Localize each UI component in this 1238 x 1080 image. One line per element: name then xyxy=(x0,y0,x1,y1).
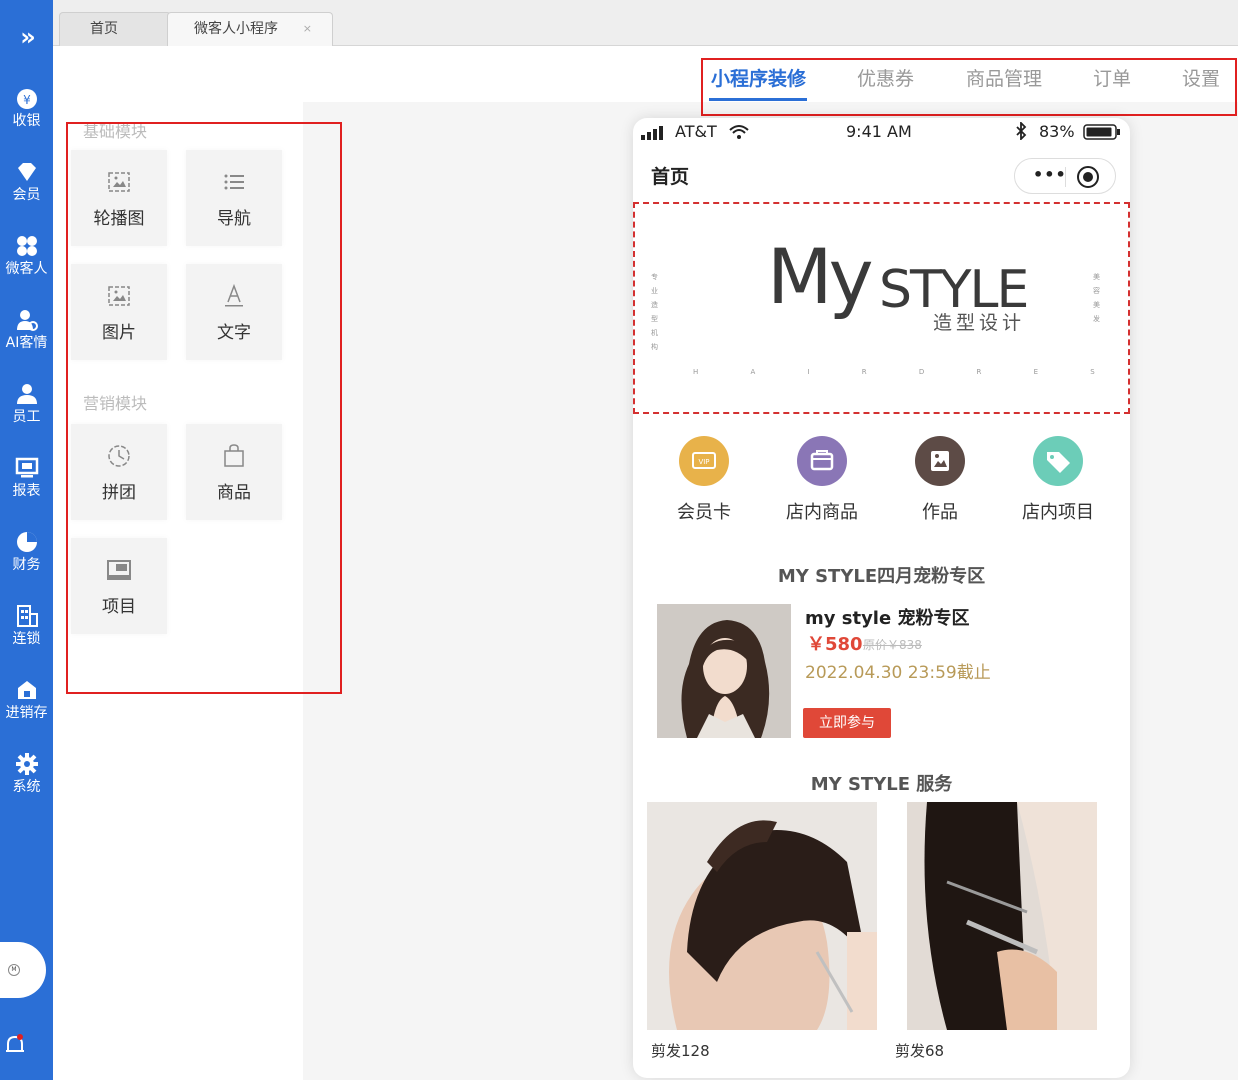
battery-icon xyxy=(1083,124,1120,140)
quick-nav-label: 店内项目 xyxy=(1022,502,1094,523)
sidebar-item-label: 微客人 xyxy=(5,261,48,277)
page-title: 首页 xyxy=(651,166,690,188)
tab-strip: 首页 微客人小程序 × xyxy=(53,0,1238,46)
promo-card[interactable]: my style 宠粉专区 ￥580 原价￥838 2022.04.30 23:… xyxy=(647,594,1119,746)
banner-side-text-left: 专业造型机构 xyxy=(651,273,658,351)
sidebar-item-label: 会员 xyxy=(12,187,41,203)
sidebar-item-label: 收银 xyxy=(12,113,41,129)
sidebar-item-cashier[interactable]: ¥ 收银 xyxy=(0,86,53,130)
tab-label: 微客人小程序 xyxy=(194,21,278,37)
promo-section-title: MY STYLE四月宠粉专区 xyxy=(777,566,986,587)
carousel-banner[interactable]: My STYLE 造型设计 H A I R D R E S S I N G 专业… xyxy=(633,202,1130,414)
miniprogram-capsule: ••• xyxy=(1014,158,1116,194)
avatar-logo: M xyxy=(8,964,20,976)
sidebar-item-label: 员工 xyxy=(12,409,41,425)
vip-card-icon: VIP xyxy=(679,436,729,486)
editor-area: 小程序装修 优惠券 商品管理 订单 设置 基础模块 轮播图 导航 图片 文字 营… xyxy=(53,46,1238,1080)
signal-icon xyxy=(641,126,663,140)
settings-icon xyxy=(15,753,38,775)
sidebar-item-label: 系统 xyxy=(12,779,41,795)
chain-icon xyxy=(16,605,38,627)
wifi-icon xyxy=(729,125,749,139)
quick-nav-item-vip[interactable]: VIP 会员卡 xyxy=(645,436,763,524)
inventory-icon xyxy=(17,681,36,699)
quick-nav-label: 作品 xyxy=(922,502,958,523)
banner-logo-subtitle: 造型设计 xyxy=(933,312,1026,334)
service-label-2: 剪发68 xyxy=(895,1042,945,1060)
service-image-1[interactable] xyxy=(647,802,877,1030)
shop-icon xyxy=(797,436,847,486)
staff-icon xyxy=(16,384,37,404)
bell-icon[interactable] xyxy=(4,1033,26,1057)
tab-weikeren-miniprogram[interactable]: 微客人小程序 × xyxy=(167,12,333,46)
tab-label: 首页 xyxy=(90,21,118,37)
sidebar-item-label: 进销存 xyxy=(5,705,48,721)
sidebar-item-ai-customer[interactable]: AI客情 xyxy=(0,308,53,352)
banner-logo-tagline: H A I R D R E S S I N G xyxy=(693,368,1130,376)
sidebar-item-report[interactable]: 报表 xyxy=(0,456,53,500)
service-section-title: MY STYLE 服务 xyxy=(810,774,953,795)
gallery-icon xyxy=(915,436,965,486)
sidebar-item-label: 财务 xyxy=(12,557,41,573)
quick-nav-label: 会员卡 xyxy=(677,502,731,523)
status-time: 9:41 AM xyxy=(846,122,912,141)
sidebar-item-member[interactable]: 会员 xyxy=(0,160,53,204)
svg-text:VIP: VIP xyxy=(698,458,709,466)
highlight-box-panel xyxy=(66,122,342,694)
cashier-icon: ¥ xyxy=(16,89,37,109)
sidebar-item-chain[interactable]: 连锁 xyxy=(0,604,53,648)
sidebar-item-staff[interactable]: 员工 xyxy=(0,382,53,426)
left-sidebar: » ¥ 收银 会员 微客人 AI客情 员工 报表 财务 连锁 进销存 系统 M xyxy=(0,0,53,1080)
banner-side-text-right: 美容美发 xyxy=(1093,273,1100,323)
quick-nav-item-shop-goods[interactable]: 店内商品 xyxy=(763,436,881,524)
capsule-divider xyxy=(1065,167,1066,187)
carrier-text: AT&T xyxy=(675,122,717,141)
promo-deadline: 2022.04.30 23:59截止 xyxy=(805,663,991,683)
quick-nav-label: 店内商品 xyxy=(786,502,858,523)
promo-original-price: 原价￥838 xyxy=(863,638,922,652)
tag-icon xyxy=(1033,436,1083,486)
ai-customer-icon xyxy=(16,310,38,331)
avatar[interactable]: M xyxy=(0,942,46,998)
service-image-2[interactable] xyxy=(907,802,1097,1030)
quick-nav: VIP 会员卡 店内商品 作品 店内项目 xyxy=(645,420,1117,542)
bluetooth-icon xyxy=(1016,122,1027,140)
join-now-button[interactable]: 立即参与 xyxy=(803,708,891,738)
sidebar-item-system[interactable]: 系统 xyxy=(0,752,53,796)
sidebar-item-label: 连锁 xyxy=(12,631,41,647)
quick-nav-item-works[interactable]: 作品 xyxy=(881,436,999,524)
service-label-1: 剪发128 xyxy=(651,1042,710,1060)
tab-home[interactable]: 首页 xyxy=(59,12,171,46)
svg-text:¥: ¥ xyxy=(23,93,31,107)
sidebar-item-inventory[interactable]: 进销存 xyxy=(0,678,53,722)
finance-icon xyxy=(16,532,37,552)
sidebar-item-weikeren[interactable]: 微客人 xyxy=(0,234,53,278)
close-miniprogram-icon[interactable] xyxy=(1077,166,1099,188)
status-bar: AT&T 9:41 AM 83% xyxy=(633,118,1130,146)
banner-logo-my: My xyxy=(767,232,874,321)
grid-icon xyxy=(16,236,37,256)
promo-title: my style 宠粉专区 xyxy=(805,608,970,629)
promo-image xyxy=(657,604,791,738)
sidebar-item-label: AI客情 xyxy=(5,335,48,351)
close-icon[interactable]: × xyxy=(303,13,312,45)
quick-nav-item-services[interactable]: 店内项目 xyxy=(999,436,1117,524)
sidebar-item-finance[interactable]: 财务 xyxy=(0,530,53,574)
member-icon xyxy=(17,163,36,181)
sidebar-item-label: 报表 xyxy=(12,483,41,499)
highlight-box-nav xyxy=(701,58,1237,116)
more-icon[interactable]: ••• xyxy=(1033,165,1067,184)
promo-price: ￥580 xyxy=(807,634,863,655)
battery-percent: 83% xyxy=(1039,122,1075,141)
sidebar-toggle-icon[interactable]: » xyxy=(0,20,53,54)
report-icon xyxy=(15,457,38,478)
phone-preview: AT&T 9:41 AM 83% 首页 ••• My STYLE 造型设计 H … xyxy=(633,118,1130,1078)
